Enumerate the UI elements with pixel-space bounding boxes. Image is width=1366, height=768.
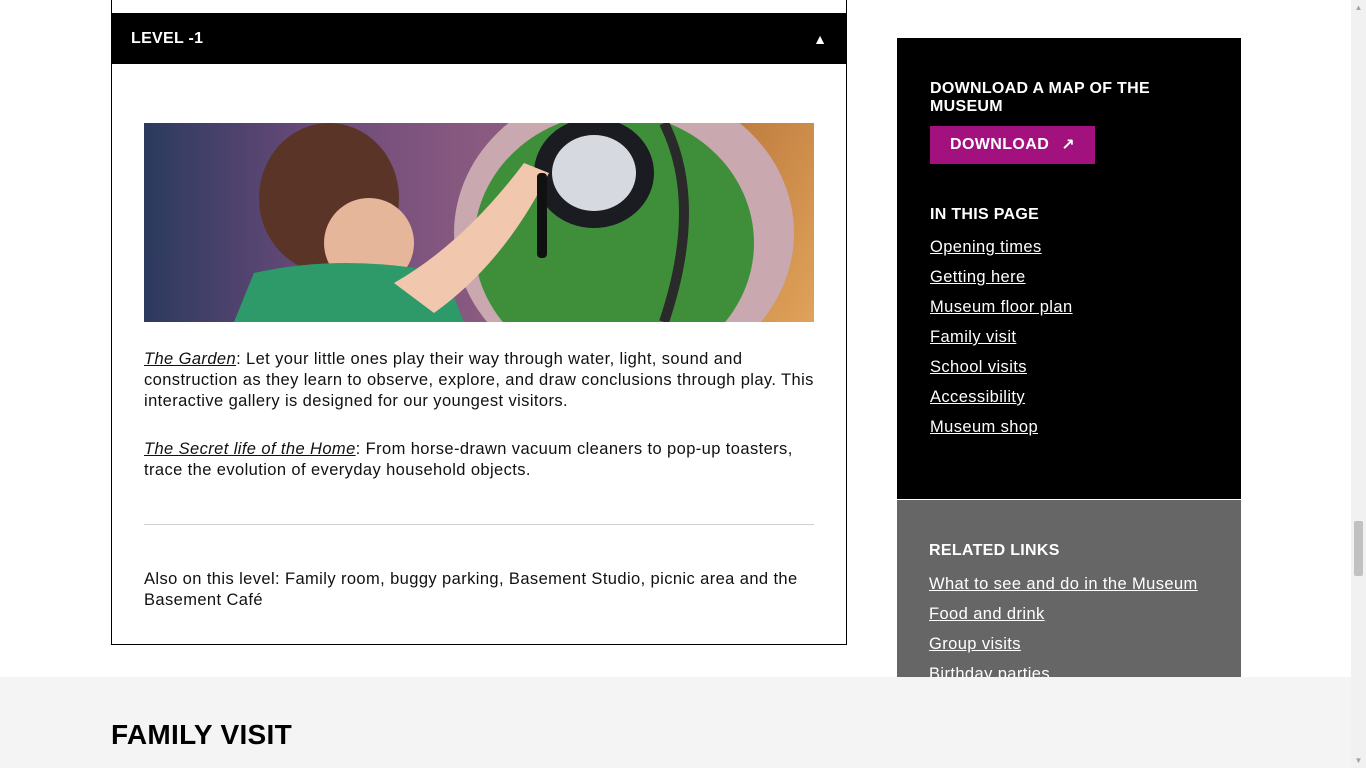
accordion-title: LEVEL -1 bbox=[131, 30, 204, 47]
secret-life-of-home-link[interactable]: The Secret life of the Home bbox=[144, 440, 356, 458]
group-visits-link[interactable]: Group visits bbox=[929, 635, 1021, 653]
garden-text: : Let your little ones play their way th… bbox=[144, 350, 814, 410]
page-scrollbar[interactable]: ▲ ▼ bbox=[1351, 0, 1366, 768]
scrollbar-thumb[interactable] bbox=[1354, 521, 1363, 576]
list-item: Family visit bbox=[930, 328, 1208, 358]
content-divider bbox=[144, 524, 814, 525]
list-item: Accessibility bbox=[930, 388, 1208, 418]
museum-shop-link[interactable]: Museum shop bbox=[930, 418, 1038, 436]
list-item: Birthday parties bbox=[929, 665, 1209, 677]
child-playing-photo bbox=[144, 123, 814, 322]
download-map-button[interactable]: DOWNLOAD ↗ bbox=[930, 126, 1095, 164]
family-visit-section: FAMILY VISIT bbox=[0, 677, 1351, 768]
sidebar-map-panel: DOWNLOAD A MAP OF THE MUSEUM DOWNLOAD ↗ … bbox=[897, 38, 1241, 499]
scroll-down-icon[interactable]: ▼ bbox=[1351, 753, 1366, 768]
collapse-triangle-icon[interactable]: ▲ bbox=[813, 31, 827, 47]
download-button-label: DOWNLOAD bbox=[950, 136, 1050, 153]
arrow-up-right-icon: ↗ bbox=[1061, 137, 1075, 154]
family-visit-link[interactable]: Family visit bbox=[930, 328, 1016, 346]
secret-life-description: The Secret life of the Home: From horse-… bbox=[144, 439, 816, 481]
list-item: Getting here bbox=[930, 268, 1208, 298]
list-item: School visits bbox=[930, 358, 1208, 388]
list-item: Museum shop bbox=[930, 418, 1208, 448]
gallery-photo bbox=[144, 123, 814, 322]
also-on-level-text: Also on this level: Family room, buggy p… bbox=[144, 570, 798, 609]
what-to-see-link[interactable]: What to see and do in the Museum bbox=[929, 575, 1198, 593]
museum-floor-plan-link[interactable]: Museum floor plan bbox=[930, 298, 1073, 316]
related-links-heading: RELATED LINKS bbox=[929, 542, 1060, 559]
accessibility-link[interactable]: Accessibility bbox=[930, 388, 1025, 406]
related-links-list: What to see and do in the Museum Food an… bbox=[929, 575, 1209, 677]
map-download-heading: DOWNLOAD A MAP OF THE MUSEUM bbox=[930, 80, 1150, 115]
birthday-parties-link[interactable]: Birthday parties bbox=[929, 665, 1050, 677]
scroll-up-icon[interactable]: ▲ bbox=[1351, 0, 1366, 15]
related-links-panel: RELATED LINKS What to see and do in the … bbox=[897, 500, 1241, 677]
getting-here-link[interactable]: Getting here bbox=[930, 268, 1026, 286]
list-item: Museum floor plan bbox=[930, 298, 1208, 328]
list-item: Group visits bbox=[929, 635, 1209, 665]
list-item: Food and drink bbox=[929, 605, 1209, 635]
list-item: What to see and do in the Museum bbox=[929, 575, 1209, 605]
opening-times-link[interactable]: Opening times bbox=[930, 238, 1042, 256]
in-page-nav: Opening times Getting here Museum floor … bbox=[930, 238, 1208, 448]
school-visits-link[interactable]: School visits bbox=[930, 358, 1027, 376]
list-item: Opening times bbox=[930, 238, 1208, 268]
section-title: FAMILY VISIT bbox=[111, 719, 292, 750]
the-garden-link[interactable]: The Garden bbox=[144, 350, 236, 368]
garden-description: The Garden: Let your little ones play th… bbox=[144, 349, 816, 412]
in-this-page-heading: IN THIS PAGE bbox=[930, 206, 1040, 223]
food-and-drink-link[interactable]: Food and drink bbox=[929, 605, 1045, 623]
accordion-level-minus-1: LEVEL -1 ▲ The Garden: Let your little o… bbox=[111, 0, 847, 645]
page: LEVEL -1 ▲ The Garden: Let your little o… bbox=[0, 0, 1366, 768]
accordion-header[interactable]: LEVEL -1 ▲ bbox=[111, 14, 847, 64]
